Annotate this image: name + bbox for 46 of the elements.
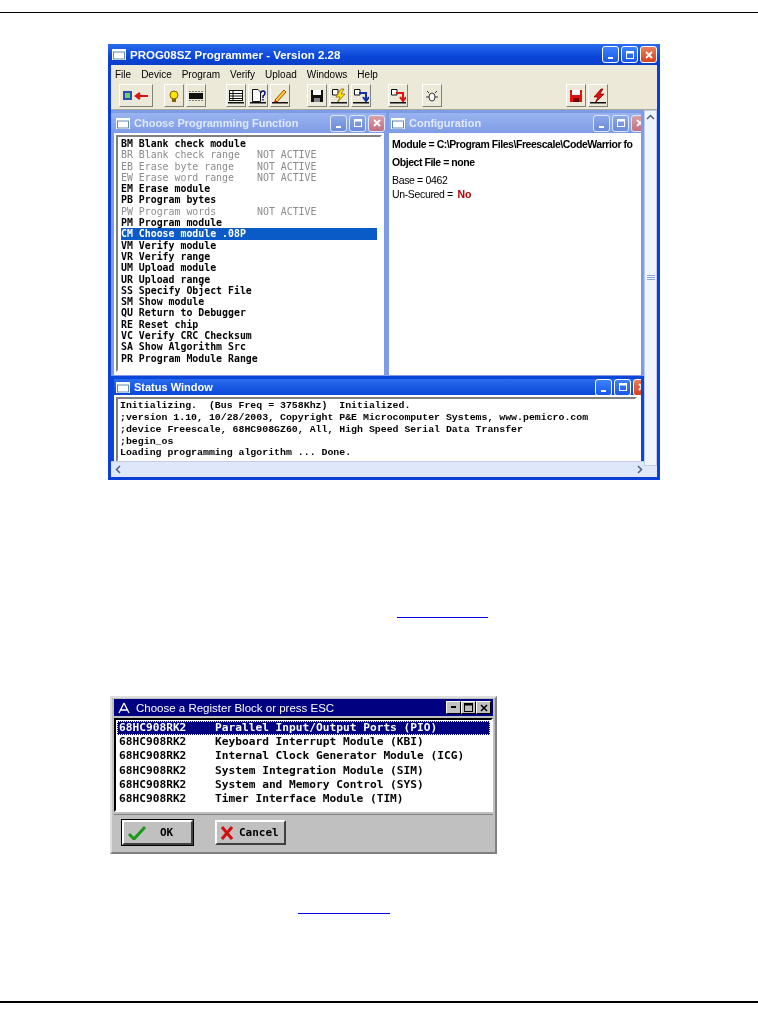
list-item[interactable]: 68HC908RK2 Timer Interface Module (TIM): [117, 792, 490, 807]
config-label: Un-Secured =: [392, 188, 454, 202]
config-line: Module = C:\Program Files\Freescale\CodeWarrior fo: [392, 138, 633, 152]
list-item[interactable]: 68HC908RK2 System and Memory Control (SYS): [117, 777, 490, 792]
log-line: ;version 1.10, 10/28/2003, Copyright P&E Microcomputer Systems, www.pemicro.com: [120, 412, 590, 424]
menu-item[interactable]: Windows: [306, 69, 348, 80]
menu-item[interactable]: Verify: [230, 69, 256, 80]
list-item[interactable]: UM Upload module: [121, 262, 377, 274]
window-title: Choose Programming Function: [134, 117, 300, 129]
log-line: ;device Freescale, 68HC908GZ60, All, High Speed Serial Data Transfer: [120, 423, 524, 436]
config-line: Base = 0462: [392, 174, 448, 188]
log-line: ;begin_os: [120, 435, 175, 448]
config-value: No: [457, 188, 472, 202]
menu-item[interactable]: Help: [357, 69, 378, 80]
list-item[interactable]: PB Program bytes: [121, 194, 377, 206]
window-title: Choose a Register Block or press ESC: [136, 701, 336, 714]
list-item[interactable]: BM Blank check module: [121, 138, 377, 150]
window-title: PROG08SZ Programmer - Version 2.28: [130, 48, 342, 61]
list-item[interactable]: QU Return to Debugger: [121, 307, 377, 319]
config-line: Object File = none: [392, 156, 475, 170]
list-item[interactable]: SM Show module: [121, 296, 377, 308]
list-item[interactable]: UR Upload range: [121, 273, 377, 285]
list-item[interactable]: CM Choose module .08P: [121, 228, 377, 240]
cancel-button[interactable]: Cancel: [215, 820, 286, 845]
list-item[interactable]: 68HC908RK2 Parallel Input/Output Ports (PIO): [117, 721, 490, 736]
list-item[interactable]: PM Program module: [121, 217, 377, 229]
window-title: Status Window: [134, 381, 214, 394]
list-item[interactable]: 68HC908RK2 System Integration Module (SIM): [117, 763, 490, 778]
list-item[interactable]: PR Program Module Range: [121, 352, 377, 364]
menu-item[interactable]: Program: [181, 69, 221, 80]
list-item[interactable]: VR Verify range: [121, 250, 377, 263]
list-item[interactable]: SA Show Algorithm Src: [121, 341, 377, 353]
window-title: Configuration: [409, 117, 483, 129]
ok-button[interactable]: OK: [122, 820, 193, 845]
list-item[interactable]: VC Verify CRC Checksum: [121, 330, 377, 342]
list-item[interactable]: 68HC908RK2 Internal Clock Generator Module (ICG): [117, 749, 490, 764]
list-item[interactable]: SS Specify Object File: [121, 284, 377, 297]
log-line: Initializing. (Bus Freq = 3758Khz) Initialized.: [120, 400, 412, 413]
list-item[interactable]: EM Erase module: [121, 183, 377, 195]
list-item[interactable]: VM Verify module: [121, 239, 377, 251]
menu-item[interactable]: File: [115, 69, 132, 80]
list-item[interactable]: 68HC908RK2 Keyboard Interrupt Module (KBI): [117, 735, 490, 750]
list-item[interactable]: RE Reset chip: [121, 318, 377, 331]
menu-item[interactable]: Upload: [265, 69, 297, 80]
log-line: Loading programming algorithm ... Done.: [120, 447, 353, 459]
menu-item[interactable]: Device: [141, 69, 172, 80]
